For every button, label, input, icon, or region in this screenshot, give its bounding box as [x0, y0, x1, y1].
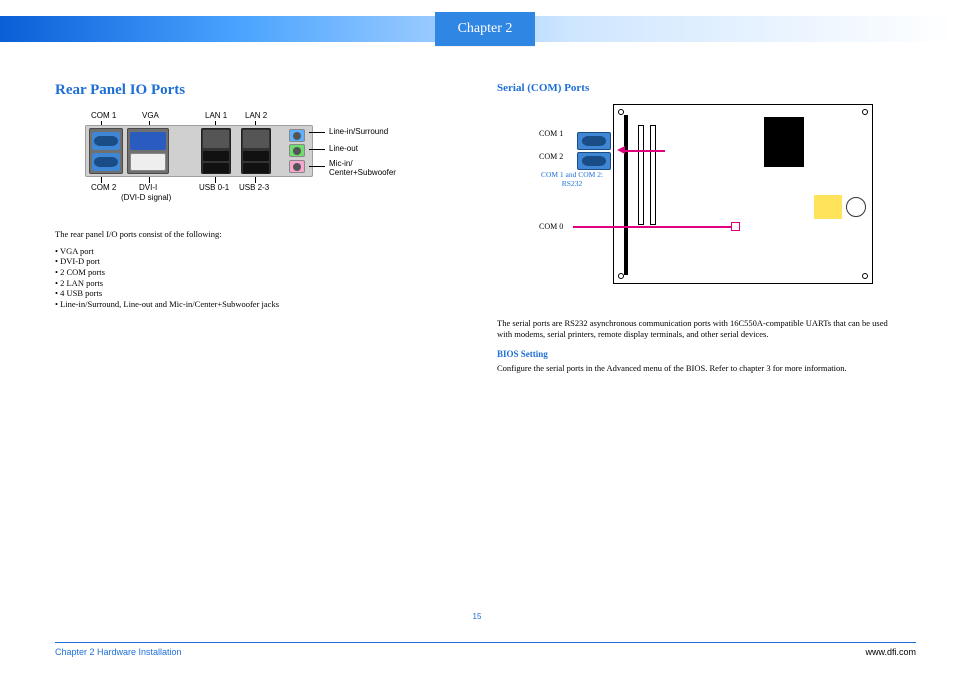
vga-dvi-block — [127, 128, 169, 174]
jack-line-out-icon — [289, 144, 305, 157]
rear-panel-heading: Rear Panel IO Ports — [55, 82, 462, 99]
list-item: • 2 LAN ports — [55, 278, 462, 289]
label-mic-in: Mic-in/ Center+Subwoofer — [329, 159, 396, 177]
board-com1-icon — [577, 132, 611, 150]
rear-panel-plate — [85, 125, 313, 177]
list-item: • VGA port — [55, 246, 462, 257]
label-board-com0: COM 0 — [539, 222, 563, 231]
label-usb01: USB 0-1 — [199, 183, 229, 192]
lan2-usb23-block — [241, 128, 271, 174]
list-item: • 2 COM ports — [55, 267, 462, 278]
rear-port-list: • VGA port • DVI-D port • 2 COM ports • … — [55, 246, 462, 310]
com0-header-icon — [731, 222, 740, 231]
rear-panel-diagram: COM 1 VGA LAN 1 LAN 2 Line-in/Surround — [85, 111, 465, 221]
arrow-left-icon — [617, 146, 625, 154]
jack-line-in-icon — [289, 129, 305, 142]
label-vga: VGA — [142, 111, 159, 120]
lan1-usb01-block — [201, 128, 231, 174]
bios-setting-heading: BIOS Setting — [497, 349, 904, 359]
label-board-com2: COM 2 — [539, 152, 563, 161]
jack-mic-in-icon — [289, 160, 305, 173]
serial-description: The serial ports are RS232 asynchronous … — [497, 318, 904, 339]
list-item: • Line-in/Surround, Line-out and Mic-in/… — [55, 299, 462, 310]
com2-port-icon — [92, 153, 120, 171]
com-port-stack — [89, 128, 123, 174]
page-number: 15 — [0, 612, 954, 621]
footer-rule — [55, 642, 916, 643]
label-usb23: USB 2-3 — [239, 183, 269, 192]
board-com-stack — [577, 130, 617, 172]
right-column: Serial (COM) Ports COM 1 COM 2 COM 1 and… — [497, 82, 904, 374]
footer-chapter-label: Chapter 2 Hardware Installation — [55, 647, 182, 657]
list-item: • 4 USB ports — [55, 288, 462, 299]
audio-jack-column — [289, 128, 307, 174]
label-dvi: DVI-I — [139, 183, 157, 192]
bios-setting-text: Configure the serial ports in the Advanc… — [497, 363, 904, 374]
serial-ports-heading: Serial (COM) Ports — [497, 82, 904, 94]
list-item: • DVI-D port — [55, 256, 462, 267]
com1-port-icon — [92, 132, 120, 150]
label-com2: COM 2 — [91, 183, 116, 192]
chapter-tab: Chapter 2 — [435, 12, 535, 46]
footer-url: www.dfi.com — [865, 647, 916, 657]
label-dvi-sub: (DVI-D signal) — [121, 193, 171, 202]
label-line-out: Line-out — [329, 144, 358, 153]
motherboard-outline — [613, 104, 873, 284]
board-diagram: COM 1 COM 2 COM 1 and COM 2: RS232 COM 0 — [497, 104, 892, 314]
label-com1: COM 1 — [91, 111, 116, 120]
label-lan1: LAN 1 — [205, 111, 227, 120]
rear-intro-text: The rear panel I/O ports consist of the … — [55, 229, 462, 240]
board-com2-icon — [577, 152, 611, 170]
label-board-com1: COM 1 — [539, 129, 563, 138]
label-lan2: LAN 2 — [245, 111, 267, 120]
left-column: Rear Panel IO Ports COM 1 VGA LAN 1 LAN … — [55, 82, 462, 309]
label-com12-note: COM 1 and COM 2: RS232 — [527, 170, 617, 188]
label-line-in: Line-in/Surround — [329, 127, 388, 136]
